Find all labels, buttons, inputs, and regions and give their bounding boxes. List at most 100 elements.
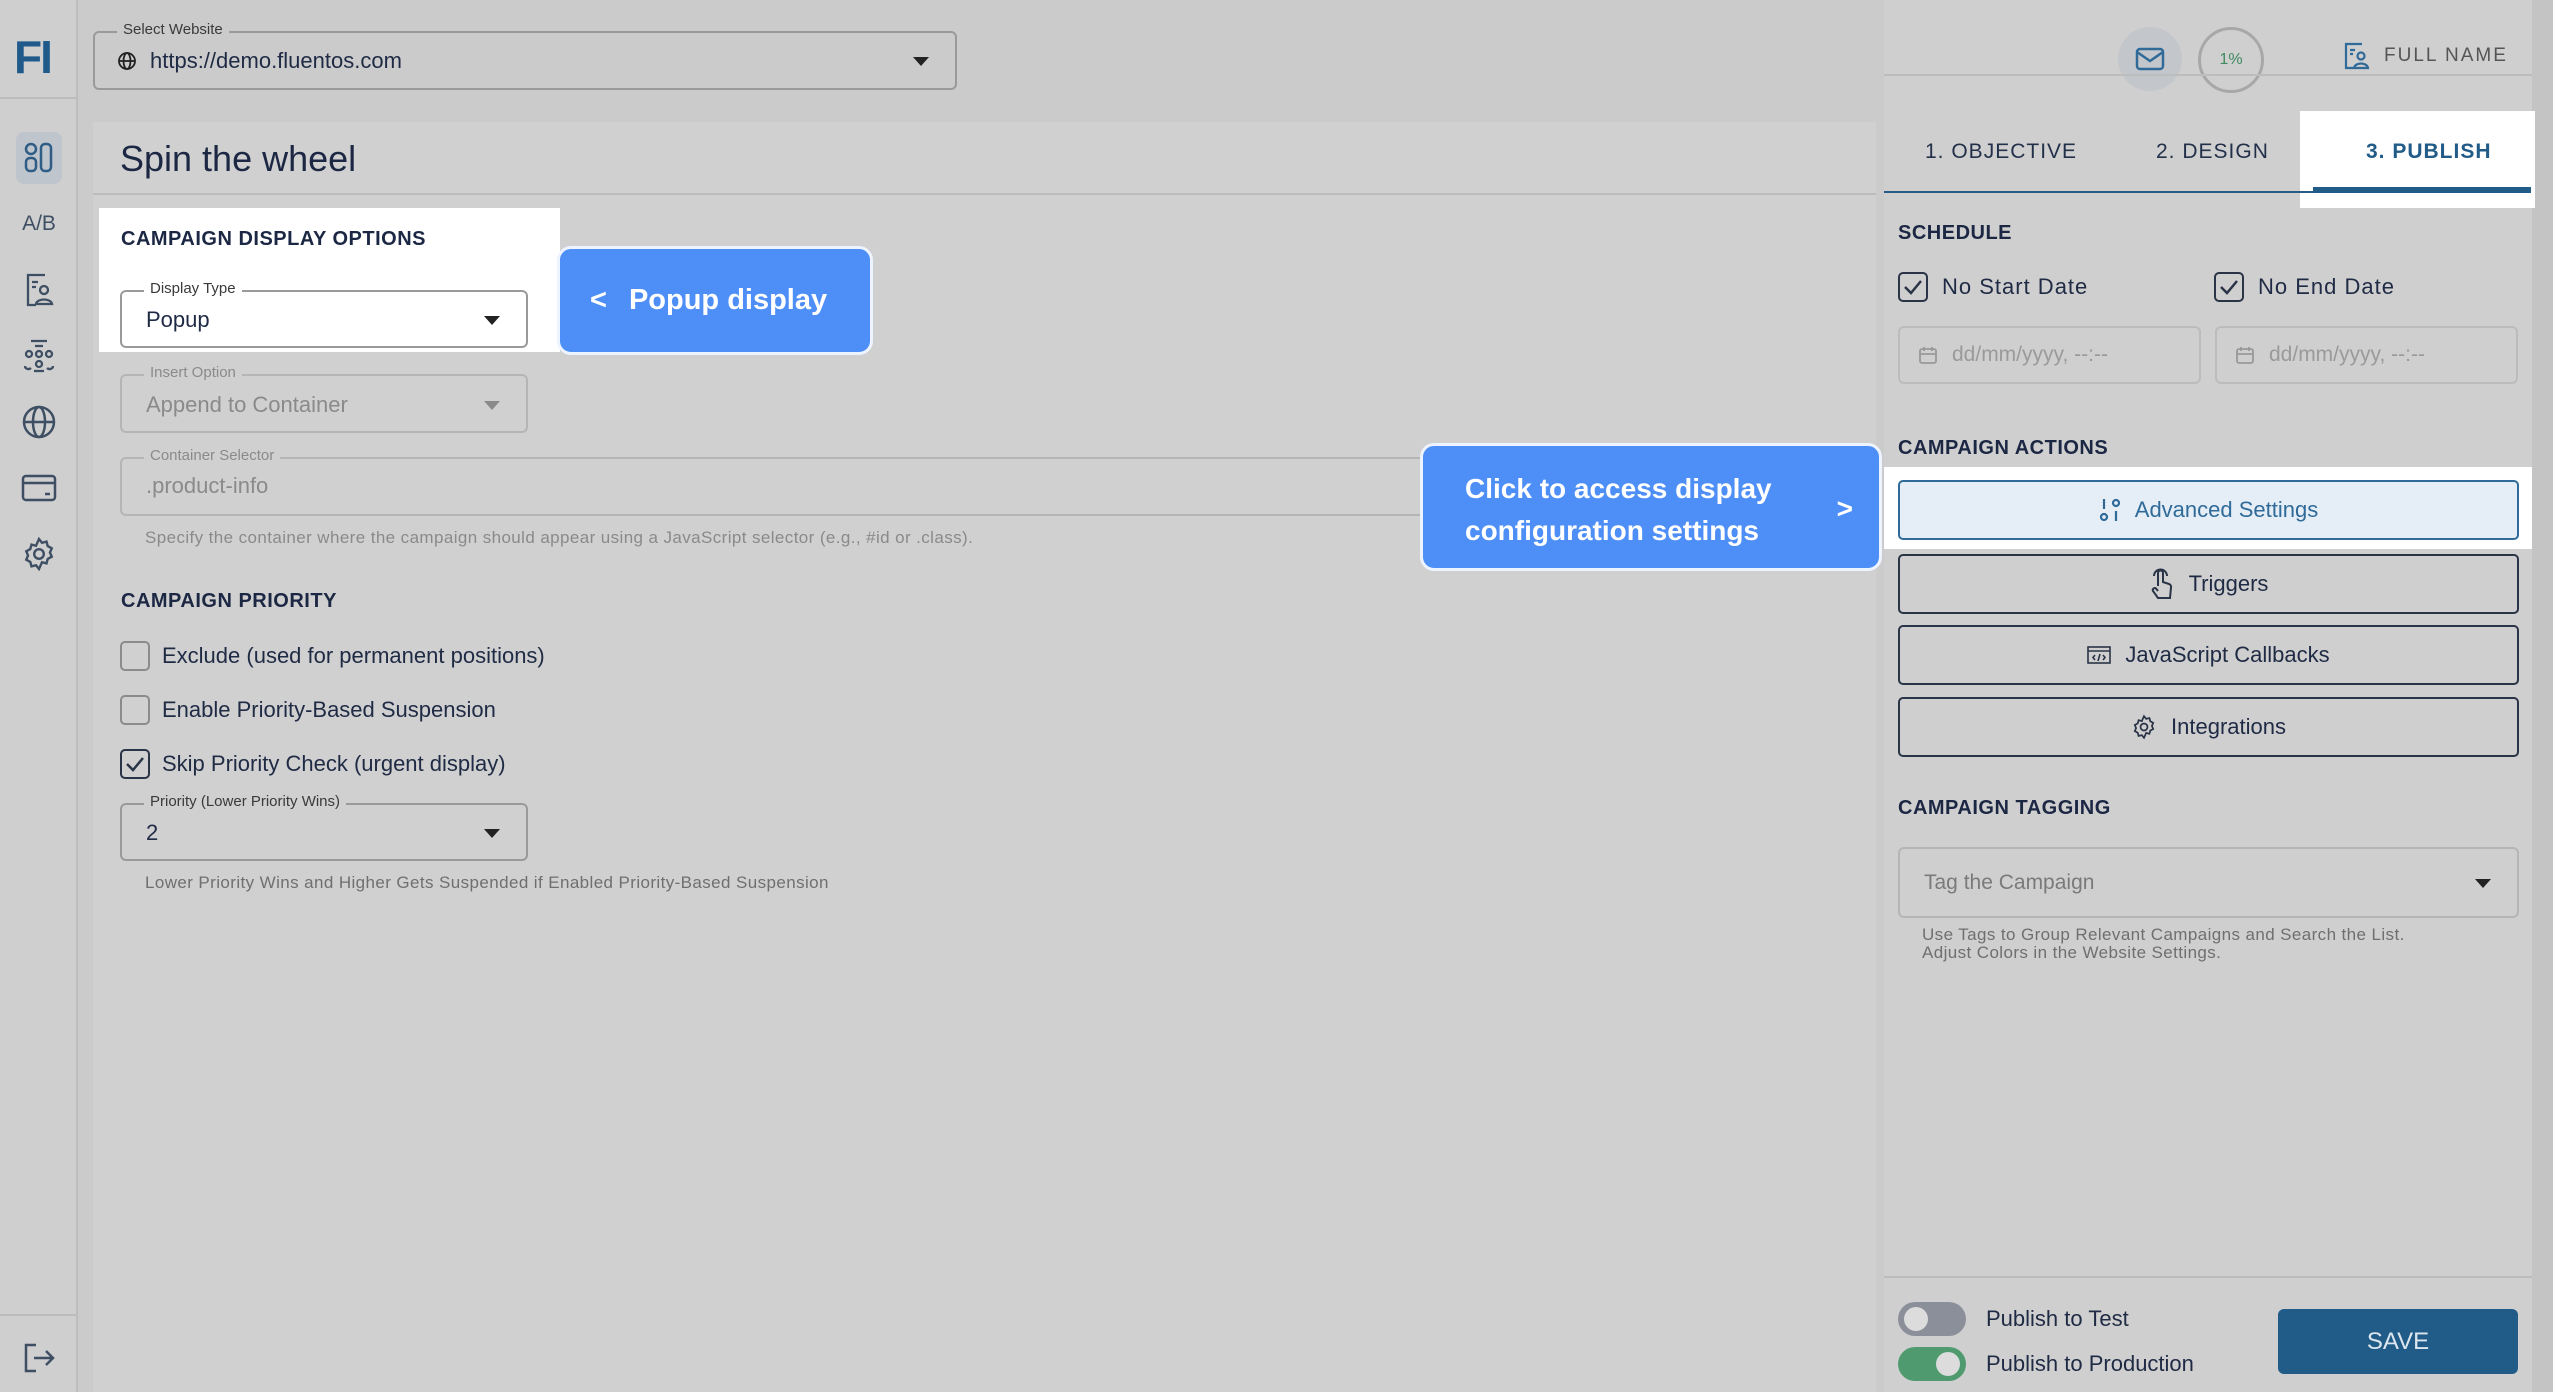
priority-value: 2 <box>146 820 159 845</box>
calendar-icon <box>2236 347 2254 364</box>
chevron-left-icon: < <box>590 284 607 316</box>
website-select[interactable]: Select Website https://demo.fluentos.com <box>93 21 957 90</box>
settings-gear-icon[interactable] <box>16 528 62 580</box>
checkbox-checked[interactable] <box>2214 272 2244 302</box>
schedule-heading: SCHEDULE <box>1898 222 2013 244</box>
priority-select[interactable]: Priority (Lower Priority Wins) 2 <box>120 793 528 861</box>
divider <box>93 193 1876 195</box>
gear-icon <box>2133 714 2155 740</box>
tab-objective[interactable]: 1. OBJECTIVE <box>1925 140 2077 164</box>
button-label: Integrations <box>2171 714 2286 739</box>
mail-icon <box>2135 47 2165 71</box>
progress-circle: 1% <box>2198 27 2264 93</box>
checkbox-label: Exclude (used for permanent positions) <box>162 643 545 668</box>
no-start-date-checkbox[interactable]: No Start Date <box>1898 272 2088 302</box>
checkbox-checked[interactable] <box>120 749 150 779</box>
callout-text: Popup display <box>628 284 828 316</box>
button-label: Advanced Settings <box>2134 497 2319 522</box>
tab-design[interactable]: 2. DESIGN <box>2156 140 2269 164</box>
tagging-help: Use Tags to Group Relevant Campaigns and… <box>1922 926 2405 962</box>
pointer-hand-icon <box>2151 568 2172 599</box>
dashboard-icon[interactable] <box>16 132 62 184</box>
exclude-checkbox[interactable]: Exclude (used for permanent positions) <box>120 641 545 671</box>
logout-icon[interactable] <box>16 1332 62 1384</box>
end-date-placeholder: dd/mm/yyyy, --:-- <box>2269 343 2425 366</box>
tagging-help-line: Use Tags to Group Relevant Campaigns and… <box>1922 925 2405 944</box>
contact-list-icon[interactable] <box>16 264 62 316</box>
chevron-down-icon <box>484 829 500 838</box>
advanced-settings-button[interactable]: Advanced Settings <box>1898 480 2519 540</box>
end-date-input[interactable]: dd/mm/yyyy, --:-- <box>2215 326 2518 384</box>
container-selector-input[interactable]: Container Selector .product-info <box>120 447 1430 516</box>
triggers-button[interactable]: Triggers <box>1898 554 2519 614</box>
active-tab-indicator <box>2313 187 2531 193</box>
priority-help: Lower Priority Wins and Higher Gets Susp… <box>145 873 829 892</box>
globe-icon <box>117 51 137 76</box>
insert-option-value: Append to Container <box>146 392 348 417</box>
check-icon <box>126 757 144 772</box>
container-selector-help: Specify the container where the campaign… <box>145 528 974 547</box>
display-options-heading: CAMPAIGN DISPLAY OPTIONS <box>121 228 427 250</box>
chevron-down-icon <box>484 401 500 410</box>
tag-placeholder: Tag the Campaign <box>1924 871 2095 894</box>
tag-campaign-select[interactable]: Tag the Campaign <box>1898 847 2519 918</box>
checkbox[interactable] <box>120 695 150 725</box>
start-date-input[interactable]: dd/mm/yyyy, --:-- <box>1898 326 2201 384</box>
tabs-underline <box>1884 191 2314 193</box>
integrations-button[interactable]: Integrations <box>1898 697 2519 757</box>
check-icon <box>2220 280 2238 295</box>
divider <box>0 1314 78 1316</box>
publish-to-test-toggle[interactable]: Publish to Test <box>1898 1302 2129 1336</box>
skip-priority-checkbox[interactable]: Skip Priority Check (urgent display) <box>120 749 506 779</box>
display-type-select[interactable]: Display Type Popup <box>120 280 528 348</box>
check-icon <box>1904 280 1922 295</box>
chevron-down-icon <box>2475 879 2491 888</box>
campaign-actions-heading: CAMPAIGN ACTIONS <box>1898 437 2109 459</box>
tagging-help-line: Adjust Colors in the Website Settings. <box>1922 943 2222 962</box>
audience-icon[interactable] <box>16 330 62 382</box>
user-menu[interactable]: FULL NAME <box>2344 42 2508 70</box>
priority-suspension-checkbox[interactable]: Enable Priority-Based Suspension <box>120 695 496 725</box>
billing-card-icon[interactable] <box>16 462 62 514</box>
toggle-label: Publish to Production <box>1986 1351 2194 1376</box>
sliders-icon <box>2099 498 2120 522</box>
app-logo: FI <box>14 31 53 83</box>
tab-publish[interactable]: 3. PUBLISH <box>2366 140 2492 164</box>
right-panel <box>1884 0 2532 1392</box>
checkbox-label: No Start Date <box>1942 274 2089 299</box>
container-selector-value: .product-info <box>146 473 269 498</box>
callout-line-2: configuration settings <box>1465 515 1759 546</box>
user-profile-icon <box>2344 42 2370 70</box>
chevron-right-icon: > <box>1836 493 1853 524</box>
divider <box>1884 1276 2532 1278</box>
no-end-date-checkbox[interactable]: No End Date <box>2214 272 2395 302</box>
container-selector-label: Container Selector <box>144 447 281 464</box>
checkbox[interactable] <box>120 641 150 671</box>
callout-line-1: Click to access display <box>1465 473 1772 504</box>
javascript-callbacks-button[interactable]: JavaScript Callbacks <box>1898 625 2519 685</box>
code-window-icon <box>2087 646 2112 664</box>
chevron-down-icon <box>484 316 500 325</box>
start-date-placeholder: dd/mm/yyyy, --:-- <box>1952 343 2108 366</box>
popup-display-callout: < Popup display <box>557 246 873 355</box>
toggle-off[interactable] <box>1898 1302 1966 1336</box>
toggle-on[interactable] <box>1898 1347 1966 1381</box>
scrollbar[interactable] <box>2532 0 2553 1392</box>
divider <box>1884 74 2532 76</box>
website-url: https://demo.fluentos.com <box>150 48 402 73</box>
display-type-value: Popup <box>146 307 210 332</box>
user-name: FULL NAME <box>2384 45 2508 66</box>
button-label: JavaScript Callbacks <box>2125 642 2330 667</box>
advanced-settings-callout: Click to access display configuration se… <box>1420 443 1882 571</box>
globe-icon[interactable] <box>16 396 62 448</box>
checkbox-checked[interactable] <box>1898 272 1928 302</box>
publish-to-production-toggle[interactable]: Publish to Production <box>1898 1347 2194 1381</box>
priority-heading: CAMPAIGN PRIORITY <box>121 590 337 612</box>
ab-test-icon[interactable]: A/B <box>16 198 62 250</box>
messages-button[interactable] <box>2118 27 2182 91</box>
insert-option-select[interactable]: Insert Option Append to Container <box>120 364 528 433</box>
button-label: Triggers <box>2188 571 2269 596</box>
divider <box>0 97 78 99</box>
save-button[interactable]: SAVE <box>2278 1309 2518 1374</box>
chevron-down-icon <box>913 57 929 66</box>
